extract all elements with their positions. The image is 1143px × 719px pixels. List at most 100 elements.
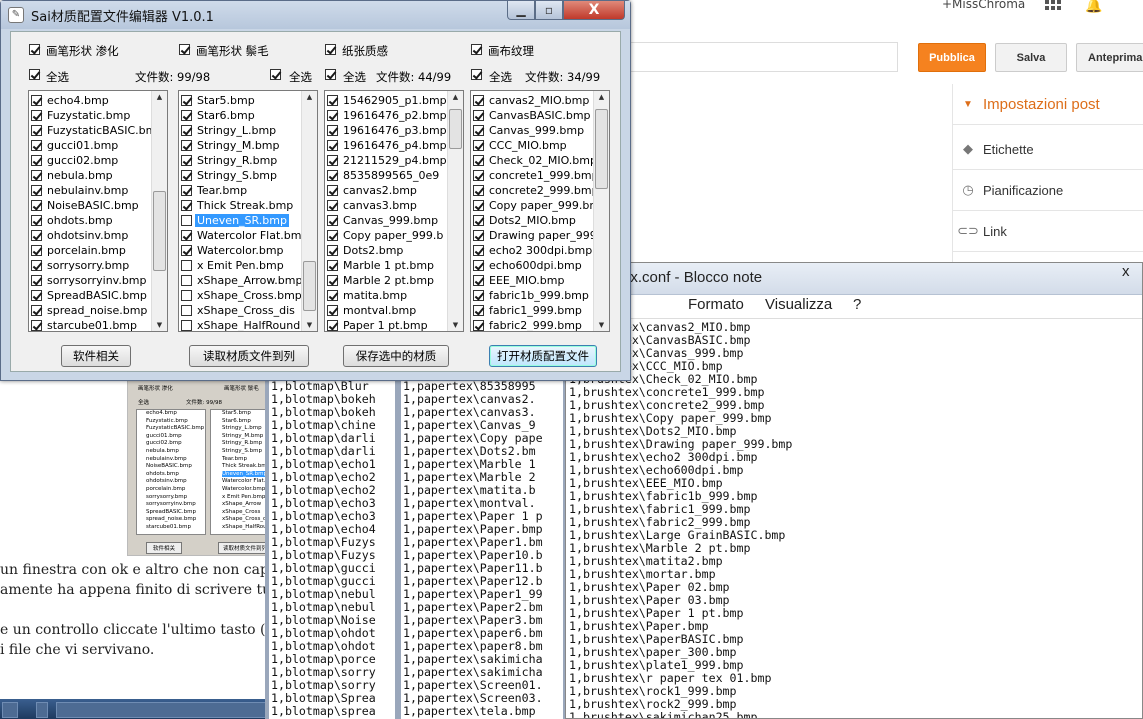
- list-item[interactable]: concrete2_999.bmp: [471, 183, 594, 198]
- list-item[interactable]: canvas2_MIO.bmp: [471, 93, 594, 108]
- list-item[interactable]: SpreadBASIC.bmp: [29, 288, 152, 303]
- item-checkbox[interactable]: [327, 185, 338, 196]
- item-checkbox[interactable]: [181, 260, 192, 271]
- list-item[interactable]: concrete1_999.bmp: [471, 168, 594, 183]
- list-item[interactable]: sorrysorry.bmp: [29, 258, 152, 273]
- item-checkbox[interactable]: [327, 275, 338, 286]
- category-checkbox[interactable]: [29, 44, 40, 55]
- list-item[interactable]: Copy paper_999.b: [325, 228, 448, 243]
- item-checkbox[interactable]: [473, 125, 484, 136]
- item-checkbox[interactable]: [31, 140, 42, 151]
- item-checkbox[interactable]: [473, 155, 484, 166]
- list-item[interactable]: Uneven_SR.bmp: [179, 213, 302, 228]
- item-checkbox[interactable]: [181, 110, 192, 121]
- item-checkbox[interactable]: [31, 305, 42, 316]
- item-checkbox[interactable]: [327, 245, 338, 256]
- item-checkbox[interactable]: [327, 290, 338, 301]
- select-all-checkbox[interactable]: [270, 69, 281, 80]
- preview-button[interactable]: Anteprima: [1076, 43, 1143, 72]
- list-item[interactable]: fabric2_999.bmp: [471, 318, 594, 331]
- notepad-blotmap-window[interactable]: 1,blotmap\Blur 1,blotmap\bokeh 1,blotmap\b…: [265, 380, 397, 719]
- list-item[interactable]: Fuzystatic.bmp: [29, 108, 152, 123]
- list-item[interactable]: spread_noise.bmp: [29, 303, 152, 318]
- list-item[interactable]: 15462905_p1.bmp: [325, 93, 448, 108]
- item-checkbox[interactable]: [473, 200, 484, 211]
- vertical-scrollbar[interactable]: ▲ ▼: [151, 91, 167, 331]
- notepad-text-area[interactable]: 1,papertex\85358995 1,papertex\canvas2. 1,…: [403, 380, 543, 719]
- menu-visualizza[interactable]: Visualizza: [765, 297, 832, 312]
- item-checkbox[interactable]: [327, 320, 338, 331]
- list-item[interactable]: Check_02_MIO.bmp: [471, 153, 594, 168]
- item-checkbox[interactable]: [31, 215, 42, 226]
- item-checkbox[interactable]: [473, 215, 484, 226]
- user-name[interactable]: +MissChroma: [942, 0, 1025, 11]
- vertical-scrollbar[interactable]: ▲ ▼: [447, 91, 463, 331]
- list-item[interactable]: CanvasBASIC.bmp: [471, 108, 594, 123]
- list-item[interactable]: xShape_HalfRound: [179, 318, 302, 331]
- item-checkbox[interactable]: [327, 215, 338, 226]
- item-checkbox[interactable]: [31, 260, 42, 271]
- scroll-thumb[interactable]: [595, 109, 608, 189]
- category-checkbox[interactable]: [471, 44, 482, 55]
- item-checkbox[interactable]: [327, 260, 338, 271]
- item-checkbox[interactable]: [181, 155, 192, 166]
- item-checkbox[interactable]: [473, 230, 484, 241]
- sidebar-item-schedule[interactable]: ◷ Pianificazione: [953, 170, 1143, 211]
- list-item[interactable]: Drawing paper_999: [471, 228, 594, 243]
- list-item[interactable]: starcube01.bmp: [29, 318, 152, 331]
- item-checkbox[interactable]: [31, 95, 42, 106]
- item-checkbox[interactable]: [327, 305, 338, 316]
- open-config-button[interactable]: 打开材质配置文件: [489, 345, 597, 367]
- list-item[interactable]: Dots2_MIO.bmp: [471, 213, 594, 228]
- list-item[interactable]: Watercolor Flat.bmp: [179, 228, 302, 243]
- list-item[interactable]: 19616476_p4.bmp: [325, 138, 448, 153]
- item-checkbox[interactable]: [473, 170, 484, 181]
- list-item[interactable]: CCC_MIO.bmp: [471, 138, 594, 153]
- close-icon[interactable]: x: [1122, 264, 1130, 279]
- item-checkbox[interactable]: [181, 275, 192, 286]
- item-checkbox[interactable]: [473, 260, 484, 271]
- minimize-button[interactable]: ▁: [507, 1, 535, 20]
- item-checkbox[interactable]: [327, 125, 338, 136]
- item-checkbox[interactable]: [181, 95, 192, 106]
- item-checkbox[interactable]: [473, 320, 484, 331]
- item-checkbox[interactable]: [327, 170, 338, 181]
- item-checkbox[interactable]: [181, 320, 192, 331]
- item-checkbox[interactable]: [327, 155, 338, 166]
- item-checkbox[interactable]: [31, 230, 42, 241]
- item-checkbox[interactable]: [31, 185, 42, 196]
- list-item[interactable]: sorrysorryinv.bmp: [29, 273, 152, 288]
- list-item[interactable]: echo4.bmp: [29, 93, 152, 108]
- sidebar-item-labels[interactable]: ◆ Etichette: [953, 129, 1143, 170]
- post-settings-heading[interactable]: ▼ Impostazioni post: [953, 84, 1143, 125]
- item-checkbox[interactable]: [181, 230, 192, 241]
- item-checkbox[interactable]: [181, 245, 192, 256]
- list-item[interactable]: montval.bmp: [325, 303, 448, 318]
- list-item[interactable]: Star5.bmp: [179, 93, 302, 108]
- maximize-button[interactable]: ▫: [535, 1, 563, 20]
- scroll-down-icon[interactable]: ▼: [596, 320, 607, 330]
- item-checkbox[interactable]: [181, 170, 192, 181]
- notepad-brushtex-window[interactable]: ex.conf - Blocco note x odifica Formato …: [565, 262, 1143, 719]
- list-item[interactable]: xShape_Cross.bmp: [179, 288, 302, 303]
- item-checkbox[interactable]: [473, 185, 484, 196]
- list-item[interactable]: Dots2.bmp: [325, 243, 448, 258]
- vertical-scrollbar[interactable]: ▲ ▼: [593, 91, 609, 331]
- category-checkbox[interactable]: [325, 44, 336, 55]
- list-item[interactable]: 8535899565_0e9: [325, 168, 448, 183]
- load-textures-button[interactable]: 读取材质文件到列: [189, 345, 309, 367]
- list-item[interactable]: nebulainv.bmp: [29, 183, 152, 198]
- list-item[interactable]: Paper 1 pt.bmp: [325, 318, 448, 331]
- list-item[interactable]: Canvas_999.bmp: [325, 213, 448, 228]
- list-item[interactable]: echo2 300dpi.bmp: [471, 243, 594, 258]
- list-item[interactable]: gucci02.bmp: [29, 153, 152, 168]
- scroll-thumb[interactable]: [303, 261, 316, 311]
- list-item[interactable]: fabric1_999.bmp: [471, 303, 594, 318]
- list-item[interactable]: fabric1b_999.bmp: [471, 288, 594, 303]
- item-checkbox[interactable]: [181, 305, 192, 316]
- list-item[interactable]: Stringy_S.bmp: [179, 168, 302, 183]
- list-item[interactable]: porcelain.bmp: [29, 243, 152, 258]
- sidebar-item-link[interactable]: ⊂⊃ Link: [953, 211, 1143, 252]
- vertical-scrollbar[interactable]: ▲ ▼: [301, 91, 317, 331]
- list-item[interactable]: ohdots.bmp: [29, 213, 152, 228]
